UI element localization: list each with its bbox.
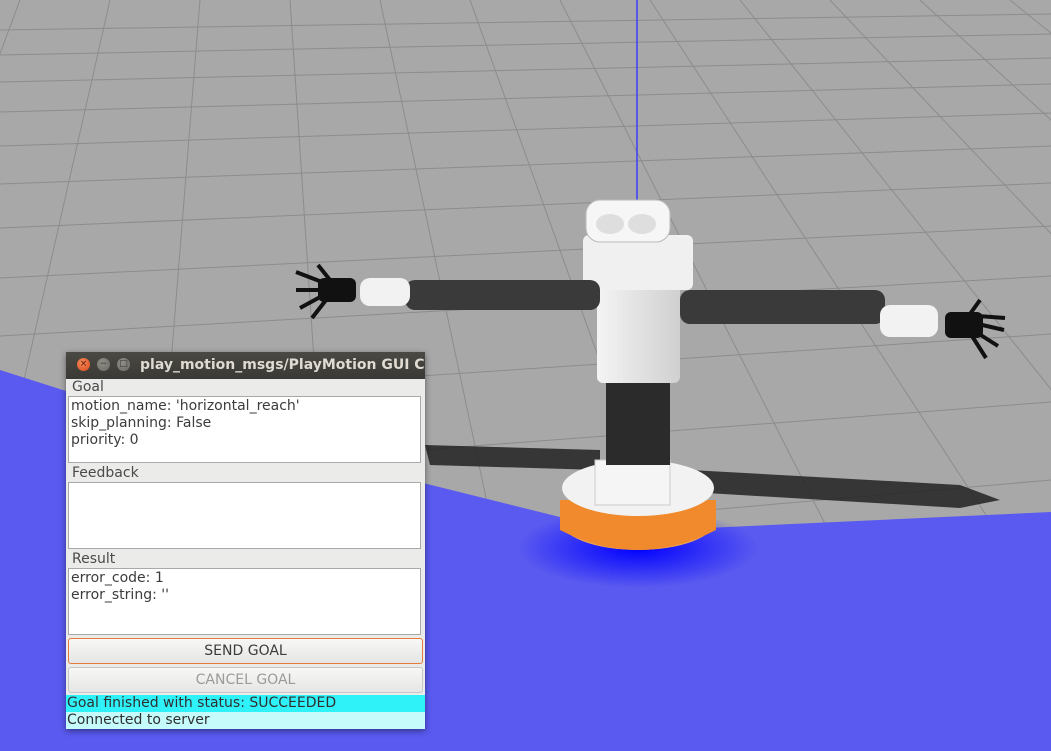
maximize-icon[interactable]: □ <box>117 358 130 371</box>
playmotion-gui-window: × − □ play_motion_msgs/PlayMotion GUI Cl… <box>66 352 425 729</box>
result-line: error_code: 1 <box>71 570 164 586</box>
goal-status-text: Goal finished with status: SUCCEEDED <box>66 695 425 712</box>
result-textbox[interactable]: error_code: 1 error_string: '' <box>68 568 421 635</box>
feedback-textbox[interactable] <box>68 482 421 549</box>
goal-label: Goal <box>72 379 104 395</box>
goal-line: priority: 0 <box>71 432 139 448</box>
result-line: error_string: '' <box>71 587 169 603</box>
feedback-label: Feedback <box>72 465 139 481</box>
cancel-goal-button[interactable]: CANCEL GOAL <box>68 667 423 693</box>
connection-status-text: Connected to server <box>66 712 425 729</box>
minimize-icon[interactable]: − <box>97 358 110 371</box>
goal-line: skip_planning: False <box>71 415 212 431</box>
goal-textbox[interactable]: motion_name: 'horizontal_reach' skip_pla… <box>68 396 421 463</box>
result-label: Result <box>72 551 116 567</box>
window-titlebar[interactable]: × − □ play_motion_msgs/PlayMotion GUI Cl… <box>66 352 425 379</box>
window-title: play_motion_msgs/PlayMotion GUI Cli <box>140 357 425 373</box>
goal-line: motion_name: 'horizontal_reach' <box>71 398 300 414</box>
close-icon[interactable]: × <box>77 358 90 371</box>
send-goal-button[interactable]: SEND GOAL <box>68 638 423 664</box>
